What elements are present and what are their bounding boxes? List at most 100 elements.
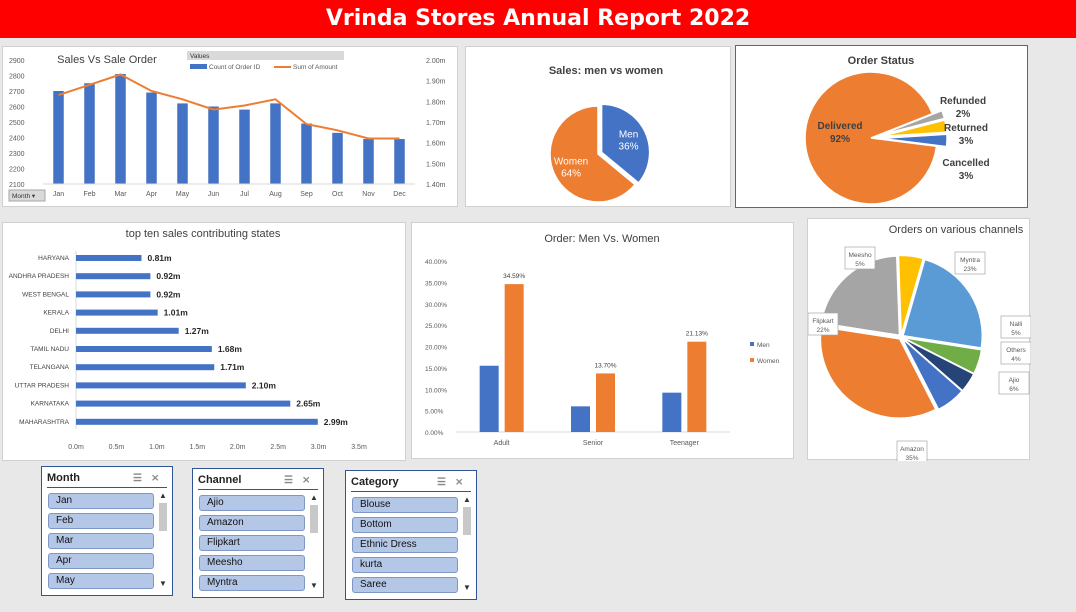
slicer-item[interactable]: Flipkart xyxy=(199,535,305,551)
y-tick-label: 2600 xyxy=(9,105,25,112)
scroll-down-icon[interactable]: ▼ xyxy=(309,581,319,591)
bar-karnataka xyxy=(76,400,291,407)
slice-label: Amazon xyxy=(900,446,924,453)
order-status-pie-chart: Order Status Delivered 92% Refunded 2% Return… xyxy=(804,55,990,205)
scroll-thumb[interactable] xyxy=(159,503,167,531)
slicer-item[interactable]: Ethnic Dress xyxy=(352,537,458,553)
slicer-scrollbar[interactable]: ▲ ▼ xyxy=(158,491,168,589)
y-tick-label: 2700 xyxy=(9,89,25,96)
x-tick-label: Jun xyxy=(208,191,219,198)
slice-percent: 3% xyxy=(959,171,974,182)
slicer-item[interactable]: Blouse xyxy=(352,497,458,513)
y-tick-label: 35.00% xyxy=(425,280,447,287)
bar-value-label: 0.81m xyxy=(147,253,172,263)
scroll-up-icon[interactable]: ▲ xyxy=(309,493,319,503)
y2-tick-label: 1.60m xyxy=(426,141,446,148)
slice-percent: 3% xyxy=(959,136,974,147)
bar-value-label: 1.71m xyxy=(220,362,245,372)
sales-gender-pie-chart: Sales: men vs women Men36% Women64% xyxy=(549,65,663,203)
slicer-item[interactable]: Myntra xyxy=(199,575,305,591)
slicer-item[interactable]: Saree xyxy=(352,577,458,593)
x-tick-label: Nov xyxy=(362,191,375,198)
bar-value-label: 1.68m xyxy=(218,344,243,354)
y2-tick-label: 1.40m xyxy=(426,182,446,189)
bar-orders-dec xyxy=(394,139,405,184)
y-tick-label: TELANGANA xyxy=(30,364,70,371)
y-tick-label: KARNATAKA xyxy=(31,401,70,408)
slicer-item[interactable]: Mar xyxy=(48,533,154,549)
slicer-channel: Channel ☰ ⨯ Ajio Amazon Flipkart Meesho Myntra ▲… xyxy=(192,468,324,598)
y-tick-label: HARYANA xyxy=(38,255,69,262)
scroll-down-icon[interactable]: ▼ xyxy=(462,583,472,593)
y-tick-label: 15.00% xyxy=(425,366,447,373)
y-tick-label: 2200 xyxy=(9,167,25,174)
bar-value-label: 2.65m xyxy=(296,399,321,409)
legend-swatch xyxy=(750,342,754,346)
multi-select-icon[interactable]: ☰ xyxy=(133,473,147,485)
bar-orders-mar xyxy=(115,73,126,184)
slice-label: Delivered xyxy=(817,121,862,132)
clear-filter-icon[interactable]: ⨯ xyxy=(302,475,316,487)
multi-select-icon[interactable]: ☰ xyxy=(437,477,451,489)
legend-label: Men xyxy=(757,342,770,349)
x-tick-label: Sep xyxy=(300,191,313,198)
bar-value-label: 1.27m xyxy=(185,326,210,336)
slice-label: Men xyxy=(619,130,638,141)
bar-value-label: 1.01m xyxy=(164,308,189,318)
y2-tick-label: 1.80m xyxy=(426,99,446,106)
y-tick-label: UTTAR PRADESH xyxy=(15,382,70,389)
clear-filter-icon[interactable]: ⨯ xyxy=(455,477,469,489)
scroll-thumb[interactable] xyxy=(310,505,318,533)
scroll-thumb[interactable] xyxy=(463,507,471,535)
slicer-item[interactable]: May xyxy=(48,573,154,589)
bar-delhi xyxy=(76,327,179,334)
orders-gender-panel: Order: Men Vs. Women 40.00% 35.00% 30.00% 25… xyxy=(411,222,794,459)
bar-orders-aug xyxy=(270,103,281,184)
top-states-panel: top ten sales contributing states HARYANA… xyxy=(2,222,406,461)
slicer-divider xyxy=(198,489,318,490)
legend-header: Values xyxy=(190,53,210,60)
slice-percent: 64% xyxy=(561,169,581,180)
x-tick-label: 2.0m xyxy=(230,444,246,451)
slicer-item[interactable]: Amazon xyxy=(199,515,305,531)
sales-vs-orders-chart: Sales Vs Sale Order Values Count of Order … xyxy=(8,51,446,202)
y-tick-label: KERALA xyxy=(43,310,69,317)
slicer-item[interactable]: Feb xyxy=(48,513,154,529)
y-tick-label: 2900 xyxy=(9,58,25,65)
x-tick-label: 0.5m xyxy=(109,444,125,451)
x-tick-label: 1.5m xyxy=(190,444,206,451)
x-tick-label: Jul xyxy=(240,191,249,198)
y2-tick-label: 2.00m xyxy=(426,58,446,65)
scroll-up-icon[interactable]: ▲ xyxy=(158,491,168,501)
slice-percent: 5% xyxy=(855,261,865,268)
bar-orders-feb xyxy=(84,83,95,184)
bar-maharashtra xyxy=(76,418,318,425)
scroll-down-icon[interactable]: ▼ xyxy=(158,579,168,589)
y-tick-label: 5.00% xyxy=(425,409,444,416)
y2-tick-label: 1.70m xyxy=(426,120,446,127)
slicer-scrollbar[interactable]: ▲ ▼ xyxy=(309,493,319,591)
slicer-item[interactable]: Bottom xyxy=(352,517,458,533)
x-tick-label: Aug xyxy=(269,191,282,198)
scroll-up-icon[interactable]: ▲ xyxy=(462,495,472,505)
x-tick-label: Teenager xyxy=(670,440,700,447)
multi-select-icon[interactable]: ☰ xyxy=(284,475,298,487)
sales-gender-panel: Sales: men vs women Men 36% Women 64% xyxy=(465,46,731,207)
slicer-header: Category ☰ ⨯ xyxy=(351,475,471,491)
slicer-category: Category ☰ ⨯ Blouse Bottom Ethnic Dress kurta S… xyxy=(345,470,477,600)
slicer-item[interactable]: Jan xyxy=(48,493,154,509)
slicer-header: Month ☰ ⨯ xyxy=(47,471,167,487)
slice-percent: 2% xyxy=(956,109,971,120)
bar-kerala xyxy=(76,309,158,316)
slicer-item[interactable]: kurta xyxy=(352,557,458,573)
bar-men-adult xyxy=(479,365,499,432)
slicer-title: Channel xyxy=(198,474,242,486)
slicer-item[interactable]: Apr xyxy=(48,553,154,569)
clear-filter-icon[interactable]: ⨯ xyxy=(151,473,165,485)
slicer-scrollbar[interactable]: ▲ ▼ xyxy=(462,495,472,593)
x-tick-label: Mar xyxy=(114,191,127,198)
bar-orders-may xyxy=(177,103,188,184)
bar-telangana xyxy=(76,364,215,371)
slicer-item[interactable]: Meesho xyxy=(199,555,305,571)
slicer-item[interactable]: Ajio xyxy=(199,495,305,511)
